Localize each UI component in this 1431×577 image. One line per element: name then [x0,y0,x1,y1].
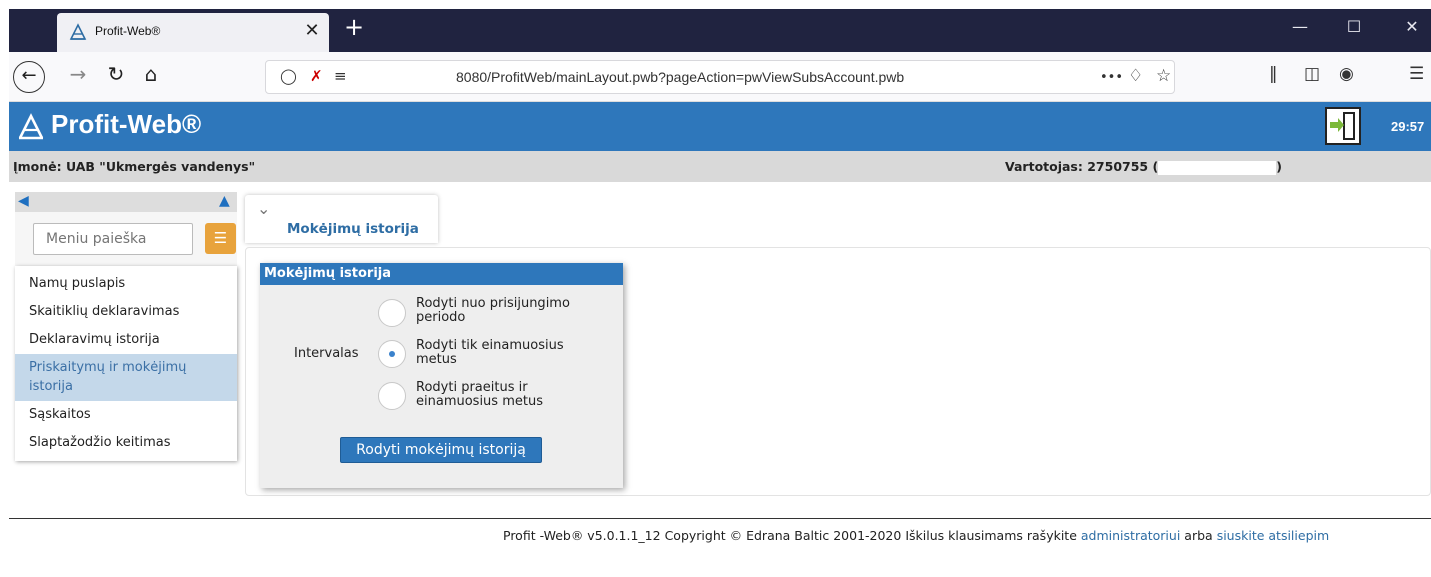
payment-history-panel: Mokėjimų istorija Intervalas Rodyti nuo … [260,263,623,488]
radio-since-login-label[interactable]: Rodyti nuo prisijungimo periodo [416,297,606,325]
tab-close-icon[interactable]: ✕ [301,20,323,41]
tab-title: Profit-Web® [95,24,161,38]
footer-or: arba [1184,528,1213,543]
company-bar: Įmonė: UAB "Ukmergės vandenys" Vartotoja… [9,151,1431,182]
menu-list-button[interactable]: ☰ [205,223,236,254]
sidebar-item-home[interactable]: Namų puslapis [15,270,237,298]
user-info: Vartotojas: 2750755 () [1005,159,1282,175]
sidebar-toggle-bar: ◀ ▲ [15,192,237,212]
radio-current-year[interactable] [378,340,406,368]
company-name: Įmonė: UAB "Ukmergės vandenys" [13,159,256,174]
profit-web-logo-icon [69,23,87,40]
account-icon[interactable]: ◉ [1339,64,1354,84]
pocket-icon[interactable]: ♢ [1128,66,1143,86]
page-tab[interactable]: ⌄ Mokėjimų istorija [245,195,438,243]
browser-window: Profit-Web® ✕ + — ☐ ✕ ← → ↻ ⌂ ◯ ✗ ≡ 8080… [9,9,1431,577]
menu-icon[interactable]: ☰ [1409,64,1424,84]
logout-button[interactable] [1325,107,1361,145]
url-text[interactable]: 8080/ProfitWeb/mainLayout.pwb?pageAction… [456,69,904,85]
back-button[interactable]: ← [13,61,45,93]
redacted-user-name [1158,160,1277,175]
sidebar-item-password-change[interactable]: Slaptažodžio keitimas [15,429,237,457]
interval-label: Intervalas [294,346,359,361]
radio-selected-dot [389,351,395,357]
new-tab-button[interactable]: + [341,13,367,41]
radio-previous-and-current-label[interactable]: Rodyti praeitus ir einamuosius metus [416,381,606,409]
sidebar-item-invoices[interactable]: Sąskaitos [15,401,237,429]
sidebar-item-meter-declaration[interactable]: Skaitiklių deklaravimas [15,298,237,326]
home-button[interactable]: ⌂ [136,62,166,86]
maximize-button[interactable]: ☐ [1339,17,1369,36]
radio-since-login-line1: Rodyti nuo prisijungimo [416,296,570,311]
minimize-button[interactable]: — [1285,17,1315,36]
menu-search-input[interactable] [33,223,193,255]
sidebar-header: ◀ ▲ ☰ [15,192,237,267]
show-payment-history-button[interactable]: Rodyti mokėjimų istoriją [340,437,542,463]
reload-button[interactable]: ↻ [101,62,131,86]
app-header: Profit-Web® 29:57 [9,102,1431,151]
shield-icon[interactable]: ◯ [280,67,297,85]
radio-current-year-label[interactable]: Rodyti tik einamuosius metus [416,339,606,367]
session-timer: 29:57 [1391,119,1425,134]
footer-admin-link[interactable]: administratoriui [1081,528,1180,543]
tab-bar: Profit-Web® ✕ + — ☐ ✕ [9,9,1431,52]
footer-divider [9,518,1431,519]
insecure-lock-icon[interactable]: ✗ [310,67,323,85]
radio-previous-and-current[interactable] [378,382,406,410]
user-label: Vartotojas: 2750755 ( [1005,159,1159,174]
footer: Profit -Web® v5.0.1.1_12 Copyright © Edr… [503,528,1329,543]
forward-button[interactable]: → [63,62,93,86]
browser-tab[interactable]: Profit-Web® ✕ [57,13,329,52]
radio-since-login[interactable] [378,299,406,327]
sidebar-menu: Namų puslapis Skaitiklių deklaravimas De… [15,266,237,461]
bookmark-star-icon[interactable]: ☆ [1156,66,1171,86]
sidebar-item-declaration-history[interactable]: Deklaravimų istorija [15,326,237,354]
permissions-icon[interactable]: ≡ [334,67,347,85]
radio-previous-and-current-line2: einamuosius metus [416,394,543,409]
footer-text: Profit -Web® v5.0.1.1_12 Copyright © Edr… [503,528,1077,543]
exit-door-icon [1330,112,1355,140]
radio-previous-and-current-line1: Rodyti praeitus ir [416,380,528,395]
footer-feedback-link[interactable]: siuskite atsiliepim [1217,528,1329,543]
window-close-button[interactable]: ✕ [1397,17,1427,36]
collapse-left-icon[interactable]: ◀ [18,193,29,209]
radio-current-year-line2: metus [416,352,457,367]
collapse-up-icon[interactable]: ▲ [219,193,230,209]
page-actions-icon[interactable]: ••• [1100,70,1123,85]
user-label-close: ) [1276,159,1282,174]
sidebar-item-charges-payments-history[interactable]: Priskaitymų ir mokėjimų istorija [15,354,237,401]
radio-since-login-line2: periodo [416,310,466,325]
library-icon[interactable]: ‖ [1269,64,1278,84]
navigation-toolbar: ← → ↻ ⌂ ◯ ✗ ≡ 8080/ProfitWeb/mainLayout.… [9,52,1431,102]
app-title: Profit-Web® [51,109,202,139]
app-logo-icon [18,113,44,140]
page-tab-title: Mokėjimų istorija [287,221,419,237]
chevron-down-icon[interactable]: ⌄ [257,199,270,218]
panel-title: Mokėjimų istorija [260,263,623,285]
sidebar-icon[interactable]: ◫ [1304,64,1320,84]
radio-current-year-line1: Rodyti tik einamuosius [416,338,564,353]
address-bar[interactable]: ◯ ✗ ≡ 8080/ProfitWeb/mainLayout.pwb?page… [265,60,1175,94]
